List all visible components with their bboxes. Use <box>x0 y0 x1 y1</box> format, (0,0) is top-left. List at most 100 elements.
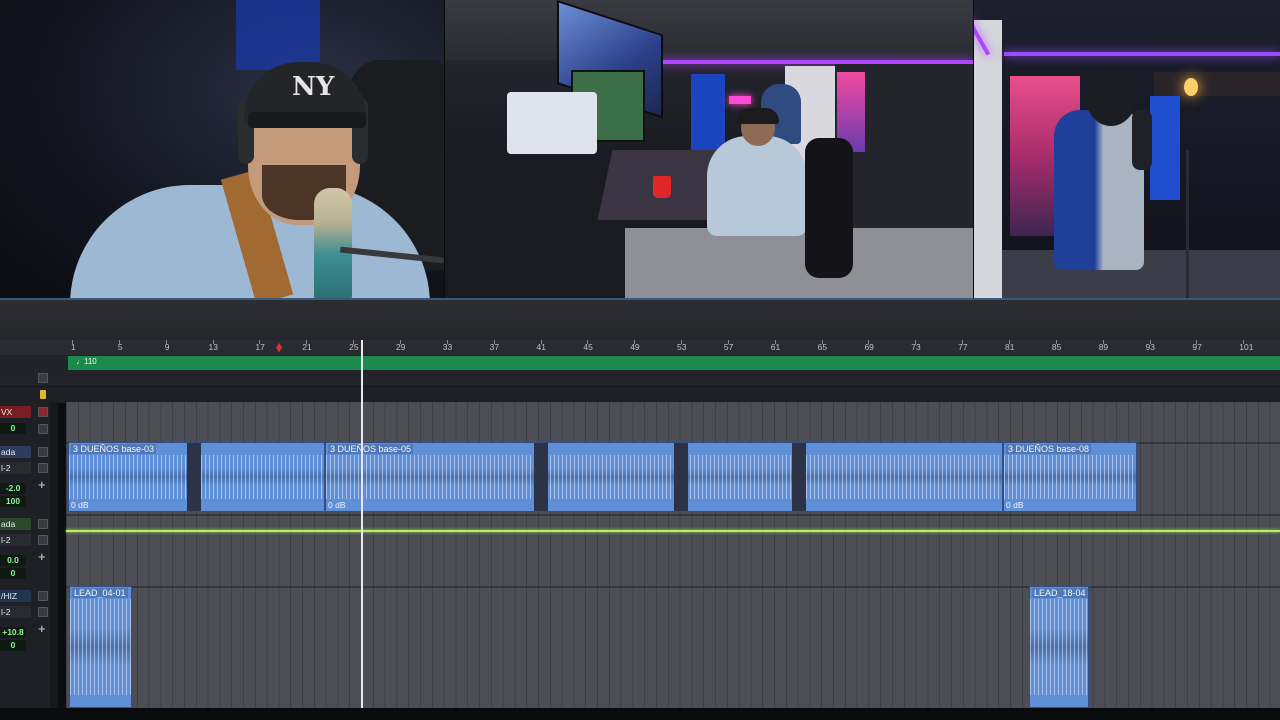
track-header-lead: /HIZ l-2 + +10.8 0 <box>0 586 58 708</box>
track-header-vx: VX 0 <box>0 402 58 442</box>
ruler-tick-label: 45 <box>583 342 593 352</box>
ruler-tick-label: 17 <box>255 342 265 352</box>
audio-clip[interactable]: LEAD_04-01 <box>69 586 132 708</box>
ruler-tick-label: 77 <box>958 342 968 352</box>
ruler-tick-label: 89 <box>1098 342 1109 352</box>
ruler-tick-label: 9 <box>164 342 170 352</box>
ruler-tick-label: 1 <box>71 342 76 352</box>
track-input-value[interactable]: 0 <box>0 423 26 434</box>
track-settings-button[interactable] <box>38 424 48 434</box>
booth-microphone <box>1132 110 1152 170</box>
camera-feed-booth <box>974 0 1280 298</box>
camera-feed-host: NY <box>0 0 444 298</box>
ruler-tick-label: 97 <box>1192 342 1202 352</box>
cap-logo: NY <box>292 72 335 102</box>
track-settings-button[interactable] <box>38 463 48 473</box>
track-name[interactable]: ada <box>0 446 31 458</box>
waveform <box>1030 599 1088 695</box>
ruler-tick-label: 73 <box>911 342 921 352</box>
track-header-aux: ada l-2 + 0.0 0 <box>0 514 58 586</box>
track-header-base: ada l-2 + -2.0 100 <box>0 442 58 514</box>
track-menu-button[interactable] <box>38 591 48 601</box>
track-name[interactable]: /HIZ <box>0 590 31 602</box>
wall-shelf <box>1154 72 1280 96</box>
volume-value[interactable]: 0.0 <box>0 555 26 566</box>
blue-panel <box>1150 96 1180 200</box>
laptop-screen <box>507 92 597 154</box>
daw-toolbar <box>0 298 1280 340</box>
track-name[interactable]: ada <box>0 518 31 530</box>
clip-name: LEAD_04-01 <box>72 588 128 598</box>
vocalist-head <box>1086 70 1136 126</box>
track-lane-vx[interactable] <box>66 402 1280 442</box>
ruler-tick-label: 101 <box>1239 342 1254 352</box>
clip-gain[interactable]: 0 dB <box>71 500 89 510</box>
waveform <box>1004 455 1136 499</box>
track-settings-button[interactable] <box>38 607 48 617</box>
track-settings-button[interactable] <box>38 535 48 545</box>
pan-value[interactable]: 100 <box>0 496 26 507</box>
studio-floor <box>595 228 973 298</box>
lamp <box>1184 78 1198 96</box>
track-lane-lead[interactable] <box>66 588 1280 708</box>
clip-gain[interactable]: 0 dB <box>328 500 346 510</box>
clip-gap <box>187 443 201 511</box>
ruler-tick-label: 13 <box>208 342 219 352</box>
pan-value[interactable]: 0 <box>0 640 26 651</box>
ruler-tick-label: 21 <box>302 342 312 352</box>
record-button[interactable] <box>38 407 48 417</box>
bar-ruler[interactable]: 1 5 9 13 17 21 25 29 33 37 41 45 49 53 57 61 65 69 73 77 81 8… <box>0 340 1280 356</box>
ruler-tick-label: 85 <box>1051 342 1062 352</box>
playhead-marker-icon[interactable]: ⬧ <box>273 340 285 353</box>
tempo-lane[interactable] <box>68 356 1280 370</box>
audio-clip[interactable]: 3 DUEÑOS base-05 0 dB <box>325 442 1003 512</box>
clip-gap <box>674 443 688 511</box>
track-lane-aux[interactable] <box>66 516 1280 586</box>
ruler-tick-label: 49 <box>630 342 640 352</box>
volume-value[interactable]: -2.0 <box>0 483 26 494</box>
clip-gap <box>534 443 548 511</box>
studio-desk <box>445 180 625 298</box>
add-icon[interactable]: + <box>38 622 46 635</box>
audio-clip[interactable]: LEAD_18-04 <box>1029 586 1089 708</box>
track-output[interactable]: l-2 <box>0 534 31 546</box>
producer-body <box>707 136 807 236</box>
volume-automation-line[interactable] <box>66 530 1280 532</box>
add-icon[interactable]: + <box>38 478 46 491</box>
ruler-tick-label: 61 <box>770 342 781 352</box>
blue-light <box>236 0 320 70</box>
ruler-tick-label: 29 <box>395 342 406 352</box>
ruler-tick-label: 53 <box>677 342 687 352</box>
track-output[interactable]: l-2 <box>0 606 31 618</box>
volume-value[interactable]: +10.8 <box>0 627 26 638</box>
mic-stand <box>1186 150 1189 298</box>
ruler-tick-label: 33 <box>442 342 453 352</box>
tempo-label: ♩110 <box>76 357 97 366</box>
ruler-tick-label: 25 <box>349 342 359 352</box>
track-menu-button[interactable] <box>38 447 48 457</box>
clip-gain[interactable]: 0 dB <box>1006 500 1024 510</box>
marker-ruler <box>0 371 1280 386</box>
condenser-microphone <box>314 188 352 298</box>
ruler-tick-label: 37 <box>489 342 500 352</box>
ruler-tick-label: 81 <box>1005 342 1015 352</box>
edit-window-playlist[interactable]: 3 DUEÑOS base-03 0 dB 3 DUEÑOS base-05 0… <box>66 402 1280 708</box>
clip-name: 3 DUEÑOS base-05 <box>328 444 414 454</box>
audio-clip[interactable]: 3 DUEÑOS base-08 0 dB <box>1003 442 1137 512</box>
ruler-options-button[interactable] <box>38 373 48 383</box>
neon-strip-top <box>1004 52 1280 56</box>
studio-ceiling <box>445 0 973 60</box>
track-menu-button[interactable] <box>38 519 48 529</box>
waveform <box>326 455 1002 499</box>
audio-clip[interactable]: 3 DUEÑOS base-03 0 dB <box>68 442 325 512</box>
track-output[interactable]: l-2 <box>0 462 31 474</box>
track-name[interactable]: VX <box>0 406 31 418</box>
shield-icon[interactable] <box>40 390 46 399</box>
clip-name: LEAD_18-04 <box>1032 588 1088 598</box>
pan-value[interactable]: 0 <box>0 568 26 579</box>
waveform <box>70 599 131 695</box>
add-icon[interactable]: + <box>38 550 46 563</box>
playhead-cursor[interactable] <box>361 340 363 710</box>
vocalist-body <box>1054 110 1144 270</box>
clip-gap <box>792 443 806 511</box>
